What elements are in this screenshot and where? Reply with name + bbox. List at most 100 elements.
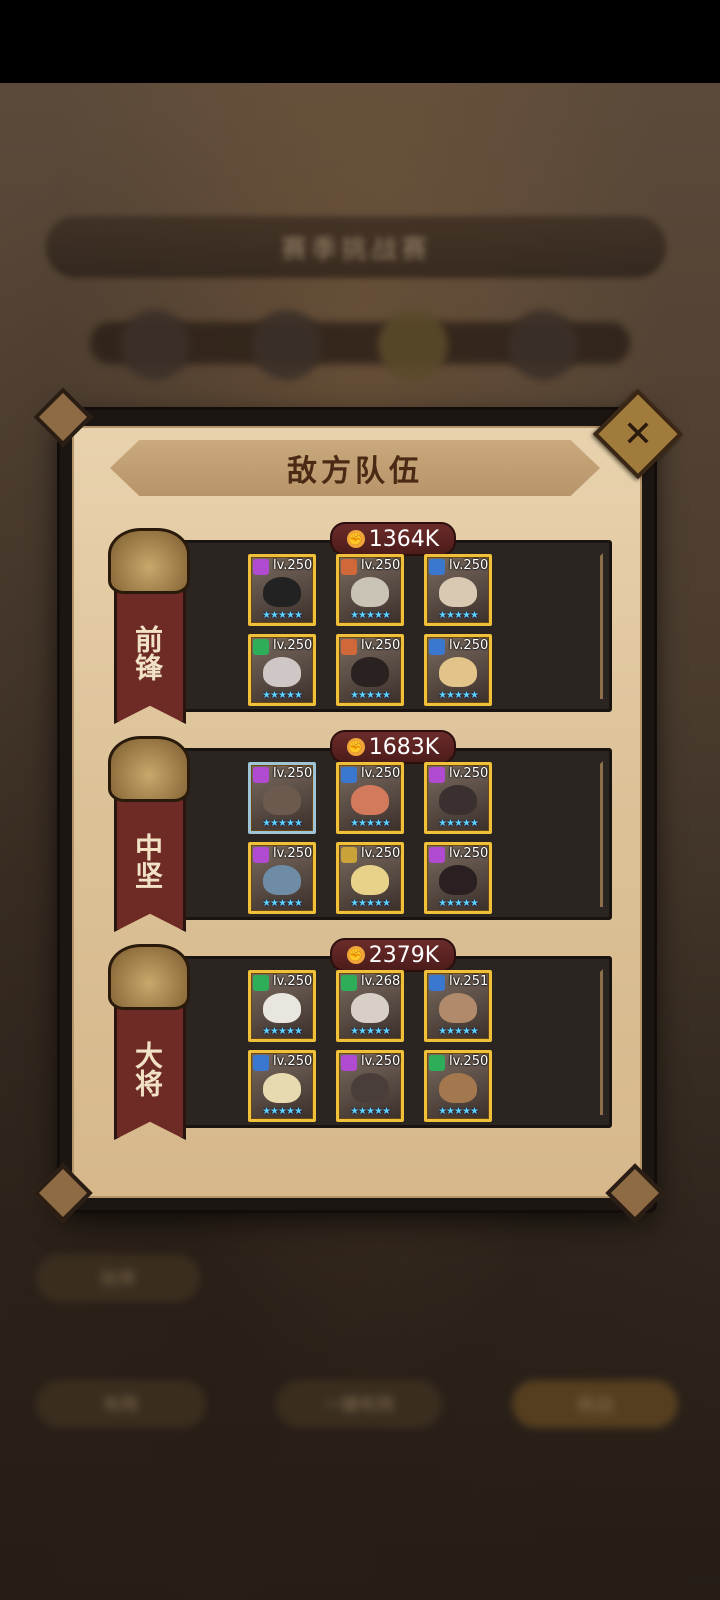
star-rating: ★★★★★ bbox=[262, 818, 303, 829]
element-icon bbox=[253, 639, 269, 655]
hero-card[interactable]: lv.268 ★★★★★ bbox=[336, 970, 404, 1042]
hero-portrait bbox=[439, 993, 477, 1023]
row-banner: 前锋 bbox=[108, 528, 190, 724]
element-icon bbox=[253, 847, 269, 863]
hero-card[interactable]: lv.250 ★★★★★ bbox=[336, 1050, 404, 1122]
hero-level: lv.250 bbox=[273, 558, 313, 573]
hero-level: lv.268 bbox=[361, 974, 401, 989]
hero-card[interactable]: lv.251 ★★★★★ bbox=[424, 970, 492, 1042]
row-banner: 中坚 bbox=[108, 736, 190, 932]
hero-level: lv.250 bbox=[449, 558, 489, 573]
element-icon bbox=[341, 767, 357, 783]
hero-portrait bbox=[263, 1073, 301, 1103]
background-challenge-button: 挑战 bbox=[512, 1380, 678, 1428]
element-icon bbox=[253, 975, 269, 991]
star-rating: ★★★★★ bbox=[438, 1106, 479, 1117]
hero-level: lv.250 bbox=[361, 766, 401, 781]
background-title-bar: 赛季挑战赛 bbox=[46, 216, 666, 278]
star-rating: ★★★★★ bbox=[438, 690, 479, 701]
star-rating: ★★★★★ bbox=[262, 1026, 303, 1037]
hero-level: lv.250 bbox=[273, 1054, 313, 1069]
formation-row: 前锋 ✊ 1364K lv.250 ★★★★★ lv.250 ★★★★★ lv.250 ★★★★… bbox=[108, 522, 612, 724]
element-icon bbox=[429, 975, 445, 991]
hero-portrait bbox=[263, 577, 301, 607]
team-power-badge: ✊ 1364K bbox=[330, 522, 456, 556]
status-bar bbox=[0, 0, 720, 83]
background-formation-button: 布阵 bbox=[36, 1380, 206, 1428]
star-rating: ★★★★★ bbox=[438, 1026, 479, 1037]
fist-icon: ✊ bbox=[346, 530, 365, 548]
element-icon bbox=[429, 639, 445, 655]
team-power-value: 1683K bbox=[368, 734, 440, 760]
star-rating: ★★★★★ bbox=[438, 610, 479, 621]
background-partner-button: 伙伴 bbox=[36, 1254, 200, 1302]
star-rating: ★★★★★ bbox=[438, 818, 479, 829]
close-icon[interactable]: ✕ bbox=[606, 402, 670, 466]
hero-portrait bbox=[263, 993, 301, 1023]
helmet-icon bbox=[108, 736, 190, 802]
hero-card[interactable]: lv.250 ★★★★★ bbox=[248, 970, 316, 1042]
background-title: 赛季挑战赛 bbox=[280, 234, 431, 265]
hero-portrait bbox=[439, 865, 477, 895]
hero-card[interactable]: lv.250 ★★★★★ bbox=[424, 634, 492, 706]
star-rating: ★★★★★ bbox=[262, 690, 303, 701]
hero-portrait bbox=[439, 577, 477, 607]
element-icon bbox=[341, 847, 357, 863]
star-rating: ★★★★★ bbox=[438, 898, 479, 909]
element-icon bbox=[253, 1055, 269, 1071]
hero-portrait bbox=[439, 657, 477, 687]
star-rating: ★★★★★ bbox=[350, 898, 391, 909]
hero-level: lv.250 bbox=[449, 638, 489, 653]
team-power-value: 2379K bbox=[368, 942, 440, 968]
element-icon bbox=[341, 559, 357, 575]
hero-card[interactable]: lv.250 ★★★★★ bbox=[336, 762, 404, 834]
helmet-icon bbox=[108, 528, 190, 594]
row-banner: 大将 bbox=[108, 944, 190, 1140]
hero-level: lv.250 bbox=[449, 1054, 489, 1069]
hero-card[interactable]: lv.250 ★★★★★ bbox=[248, 634, 316, 706]
element-icon bbox=[429, 559, 445, 575]
helmet-icon bbox=[108, 944, 190, 1010]
hero-card[interactable]: lv.250 ★★★★★ bbox=[248, 1050, 316, 1122]
formation-row: 大将 ✊ 2379K lv.250 ★★★★★ lv.268 ★★★★★ lv.251 ★★★★… bbox=[108, 938, 612, 1140]
hero-card[interactable]: lv.250 ★★★★★ bbox=[336, 554, 404, 626]
fist-icon: ✊ bbox=[346, 946, 365, 964]
hero-card[interactable]: lv.250 ★★★★★ bbox=[424, 762, 492, 834]
hero-card[interactable]: lv.250 ★★★★★ bbox=[424, 1050, 492, 1122]
element-icon bbox=[429, 847, 445, 863]
hero-portrait bbox=[351, 577, 389, 607]
hero-portrait bbox=[351, 657, 389, 687]
hero-portrait bbox=[263, 657, 301, 687]
hero-portrait bbox=[263, 865, 301, 895]
element-icon bbox=[341, 975, 357, 991]
hero-level: lv.250 bbox=[449, 846, 489, 861]
hero-level: lv.250 bbox=[273, 638, 313, 653]
hero-portrait bbox=[439, 1073, 477, 1103]
element-icon bbox=[341, 1055, 357, 1071]
fist-icon: ✊ bbox=[346, 738, 365, 756]
row-label: 前锋 bbox=[131, 625, 164, 681]
hero-card[interactable]: lv.250 ★★★★★ bbox=[336, 634, 404, 706]
team-power-badge: ✊ 1683K bbox=[330, 730, 456, 764]
hero-card[interactable]: lv.250 ★★★★★ bbox=[424, 554, 492, 626]
hero-level: lv.250 bbox=[361, 638, 401, 653]
hero-card[interactable]: lv.250 ★★★★★ bbox=[248, 842, 316, 914]
star-rating: ★★★★★ bbox=[350, 818, 391, 829]
star-rating: ★★★★★ bbox=[350, 690, 391, 701]
hero-level: lv.250 bbox=[361, 1054, 401, 1069]
hero-level: lv.251 bbox=[449, 974, 489, 989]
hero-card[interactable]: lv.250 ★★★★★ bbox=[424, 842, 492, 914]
star-rating: ★★★★★ bbox=[262, 610, 303, 621]
formation-row: 中坚 ✊ 1683K lv.250 ★★★★★ lv.250 ★★★★★ lv.250 ★★★★… bbox=[108, 730, 612, 932]
row-label: 中坚 bbox=[131, 833, 164, 889]
element-icon bbox=[253, 559, 269, 575]
hero-card[interactable]: lv.250 ★★★★★ bbox=[248, 554, 316, 626]
hero-level: lv.250 bbox=[361, 846, 401, 861]
hero-card[interactable]: lv.250 ★★★★★ bbox=[248, 762, 316, 834]
hero-portrait bbox=[351, 1073, 389, 1103]
star-rating: ★★★★★ bbox=[350, 1106, 391, 1117]
hero-card[interactable]: lv.250 ★★★★★ bbox=[336, 842, 404, 914]
element-icon bbox=[341, 639, 357, 655]
background-stage-orb bbox=[120, 310, 190, 380]
hero-portrait bbox=[351, 993, 389, 1023]
